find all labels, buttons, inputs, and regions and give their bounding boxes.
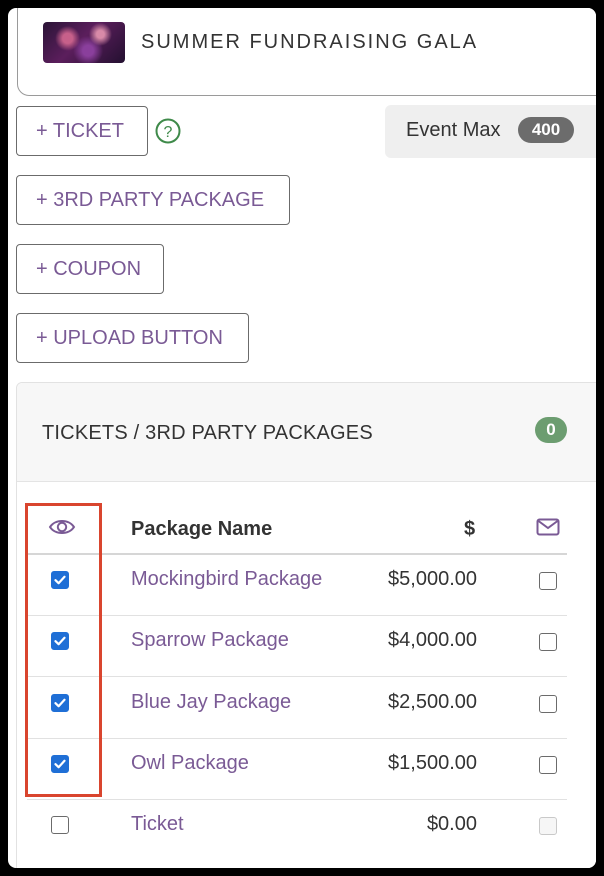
email-checkbox[interactable] <box>539 695 557 713</box>
row-divider <box>27 738 567 739</box>
panel-header: TICKETS / 3RD PARTY PACKAGES 0 <box>17 383 596 482</box>
package-name-link[interactable]: Owl Package <box>131 752 249 775</box>
event-max-count: 400 <box>518 117 574 143</box>
package-name-link[interactable]: Blue Jay Package <box>131 691 291 714</box>
add-coupon-button[interactable]: + COUPON <box>16 244 164 294</box>
event-max-badge[interactable]: Event Max 400 <box>385 105 596 158</box>
row-divider <box>27 799 567 800</box>
event-thumbnail <box>43 22 125 63</box>
help-icon[interactable]: ? <box>155 118 181 144</box>
visible-checkbox[interactable] <box>51 816 69 834</box>
package-price: $1,500.00 <box>388 752 477 774</box>
email-checkbox[interactable] <box>539 572 557 590</box>
column-package-name[interactable]: Package Name <box>131 518 272 541</box>
visibility-column-highlight <box>25 503 102 797</box>
email-checkbox[interactable] <box>539 756 557 774</box>
column-price[interactable]: $ <box>464 518 475 541</box>
email-checkbox <box>539 817 557 835</box>
package-price: $5,000.00 <box>388 568 477 590</box>
package-name-link[interactable]: Mockingbird Package <box>131 568 322 591</box>
panel-title: TICKETS / 3RD PARTY PACKAGES <box>42 422 373 444</box>
package-price: $4,000.00 <box>388 629 477 651</box>
row-divider <box>27 676 567 677</box>
row-divider <box>27 615 567 616</box>
event-title: SUMMER FUNDRAISING GALA <box>141 31 479 53</box>
package-price: $2,500.00 <box>388 691 477 713</box>
email-checkbox[interactable] <box>539 633 557 651</box>
table-header-divider <box>27 553 567 555</box>
help-icon-glyph: ? <box>164 124 173 141</box>
envelope-icon[interactable] <box>536 518 560 536</box>
add-ticket-button[interactable]: + TICKET <box>16 106 148 156</box>
package-name-link[interactable]: Sparrow Package <box>131 629 289 652</box>
package-name-link[interactable]: Ticket <box>131 813 184 836</box>
app-frame: SUMMER FUNDRAISING GALA + TICKET ? Event… <box>8 8 596 868</box>
event-header-card[interactable]: SUMMER FUNDRAISING GALA <box>17 8 596 96</box>
event-max-label: Event Max <box>406 119 501 141</box>
tickets-panel: TICKETS / 3RD PARTY PACKAGES 0 <box>16 382 596 868</box>
add-3rd-party-package-button[interactable]: + 3RD PARTY PACKAGE <box>16 175 290 225</box>
upload-button[interactable]: + UPLOAD BUTTON <box>16 313 249 363</box>
panel-count-badge: 0 <box>535 417 567 443</box>
package-price: $0.00 <box>426 813 477 835</box>
